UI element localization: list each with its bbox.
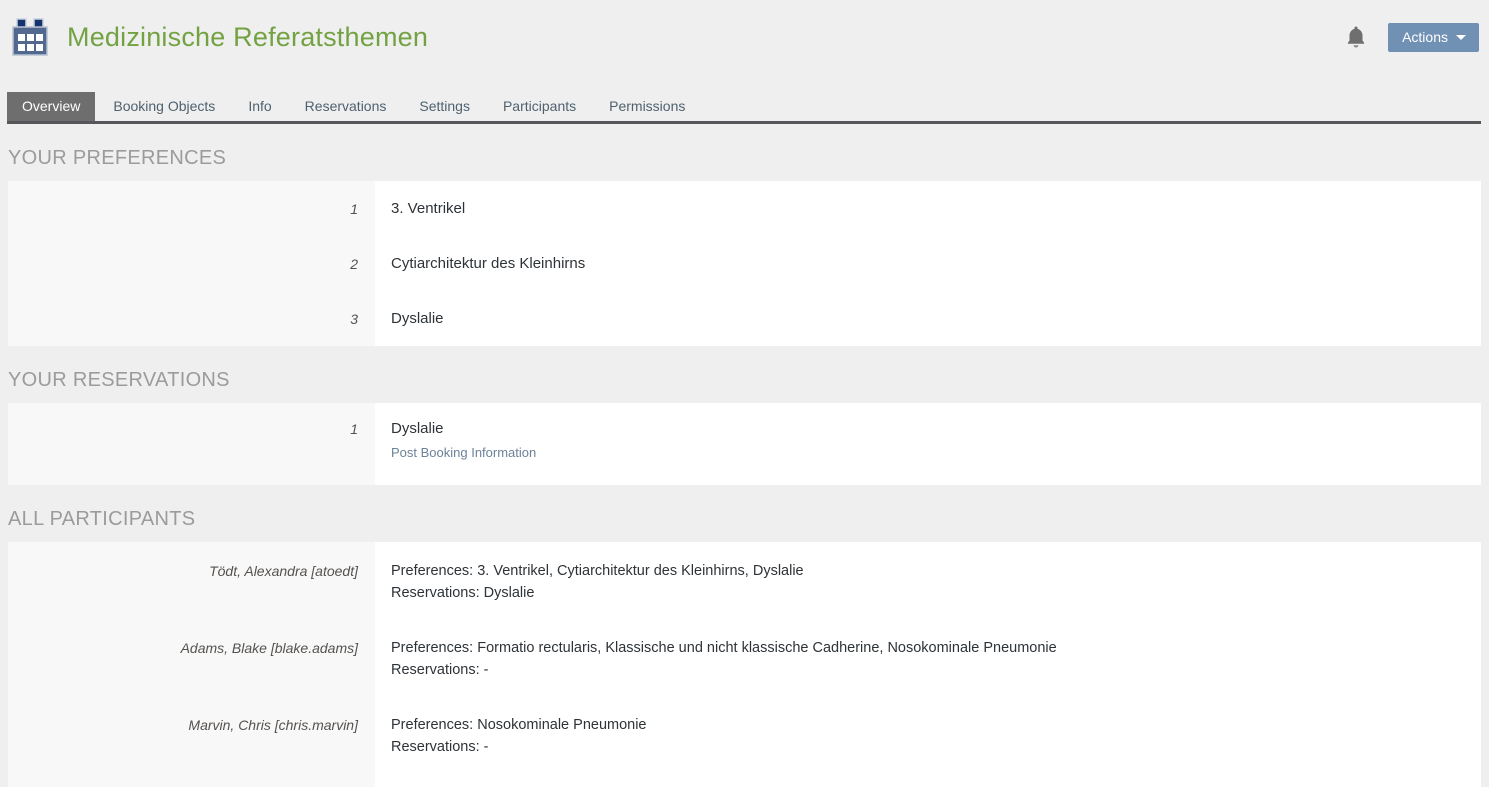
tab-participants[interactable]: Participants [488,92,591,121]
tab-bar: Overview Booking Objects Info Reservatio… [7,92,1481,124]
participant-preferences: Preferences: Formatio rectularis, Klassi… [391,637,1057,659]
reservation-rank: 1 [8,420,375,437]
participant-row: Marvin, Chris [chris.marvin] Preferences… [8,696,1481,773]
actions-button[interactable]: Actions [1388,23,1479,52]
tab-reservations[interactable]: Reservations [290,92,402,121]
preference-row: 3 Dyslalie [8,291,1481,346]
reservation-title: Dyslalie [391,420,536,437]
page-header: Medizinische Referatsthemen Actions [0,0,1489,58]
calendar-icon [10,17,50,57]
bell-icon[interactable] [1345,25,1367,49]
participant-name: Adams, Blake [blake.adams] [8,637,375,659]
caret-down-icon [1456,35,1466,40]
participant-row: Adams, Blake [blake.adams] Preferences: … [8,619,1481,696]
reservations-heading: YOUR RESERVATIONS [8,369,1481,392]
tab-settings[interactable]: Settings [404,92,485,121]
participant-name: Tödt, Alexandra [atoedt] [8,560,375,582]
preferences-heading: YOUR PREFERENCES [8,147,1481,170]
tab-permissions[interactable]: Permissions [594,92,700,121]
tab-overview[interactable]: Overview [7,92,95,121]
post-booking-information-link[interactable]: Post Booking Information [391,445,536,460]
preference-title: 3. Ventrikel [375,200,465,217]
preference-title: Cytiarchitektur des Kleinhirns [375,255,585,272]
preference-rank: 3 [8,311,375,327]
actions-button-label: Actions [1402,29,1448,45]
preference-row: 2 Cytiarchitektur des Kleinhirns [8,236,1481,291]
participant-preferences: Preferences: Nosokominale Pneumonie [391,714,647,736]
preferences-panel: 1 3. Ventrikel 2 Cytiarchitektur des Kle… [8,181,1481,346]
participant-row: Tödt, Alexandra [atoedt] Preferences: 3.… [8,542,1481,619]
participant-reservations: Reservations: - [391,659,1057,681]
reservations-panel: 1 Dyslalie Post Booking Information [8,403,1481,485]
page-title: Medizinische Referatsthemen [67,22,428,53]
reservation-row: 1 Dyslalie Post Booking Information [8,403,1481,485]
tab-booking-objects[interactable]: Booking Objects [98,92,230,121]
participant-reservations: Reservations: - [391,736,647,758]
preference-rank: 1 [8,201,375,217]
participants-heading: ALL PARTICIPANTS [8,508,1481,531]
preference-rank: 2 [8,256,375,272]
tab-info[interactable]: Info [233,92,286,121]
participant-preferences: Preferences: 3. Ventrikel, Cytiarchitekt… [391,560,804,582]
preference-title: Dyslalie [375,310,444,327]
participants-panel: Tödt, Alexandra [atoedt] Preferences: 3.… [8,542,1481,787]
participant-name: Marvin, Chris [chris.marvin] [8,714,375,736]
preference-row: 1 3. Ventrikel [8,181,1481,236]
participant-reservations: Reservations: Dyslalie [391,582,804,604]
